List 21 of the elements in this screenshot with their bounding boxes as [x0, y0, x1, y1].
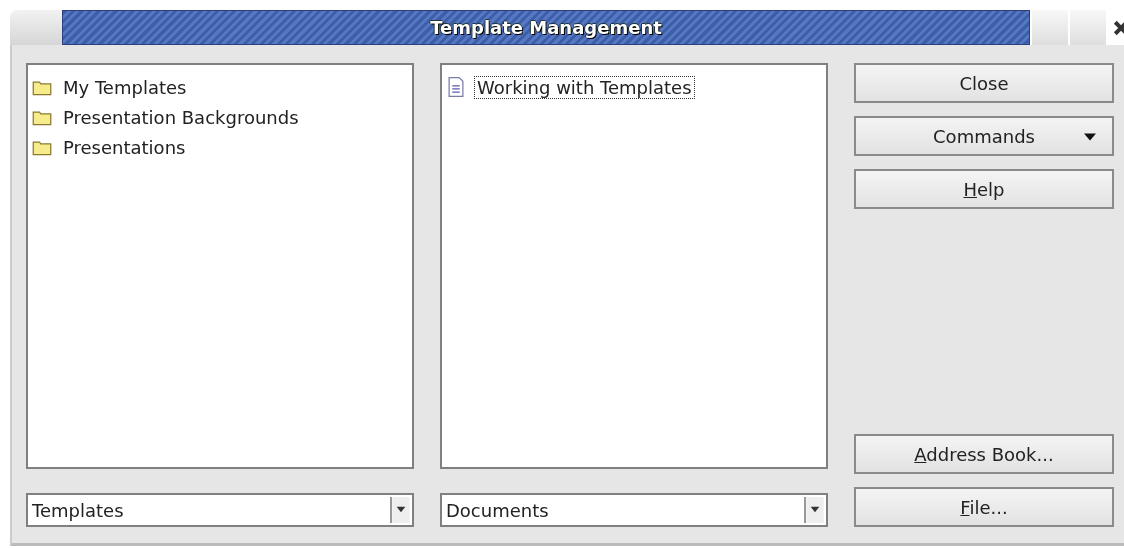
document-dropdown[interactable]: Documents [440, 493, 828, 527]
dropdown-arrow-icon [390, 497, 410, 523]
caret-icon [1084, 133, 1096, 141]
commands-button[interactable]: Commands [854, 116, 1114, 156]
maximize-button[interactable] [1070, 10, 1106, 45]
dialog-button[interactable]: Address Book... [854, 434, 1114, 474]
dialog-button[interactable]: Close [854, 63, 1114, 103]
window-title: Template Management [430, 17, 662, 38]
category-item[interactable]: Presentation Backgrounds [60, 105, 302, 129]
titlebar-ledge [10, 10, 62, 45]
document-icon [446, 77, 466, 97]
minimize-button[interactable] [1032, 10, 1068, 45]
category-dropdown[interactable]: Templates [26, 493, 414, 527]
dialog-button[interactable]: File... [854, 487, 1114, 527]
category-list[interactable]: My Templates Presentation Backgrounds Presentations [26, 63, 414, 469]
dialog-button[interactable]: Help [854, 169, 1114, 209]
category-item[interactable]: Presentations [60, 135, 189, 159]
document-item[interactable]: Working with Templates [474, 75, 695, 99]
document-list[interactable]: Working with Templates [440, 63, 828, 469]
dropdown-arrow-icon [804, 497, 824, 523]
category-item[interactable]: My Templates [60, 75, 190, 99]
